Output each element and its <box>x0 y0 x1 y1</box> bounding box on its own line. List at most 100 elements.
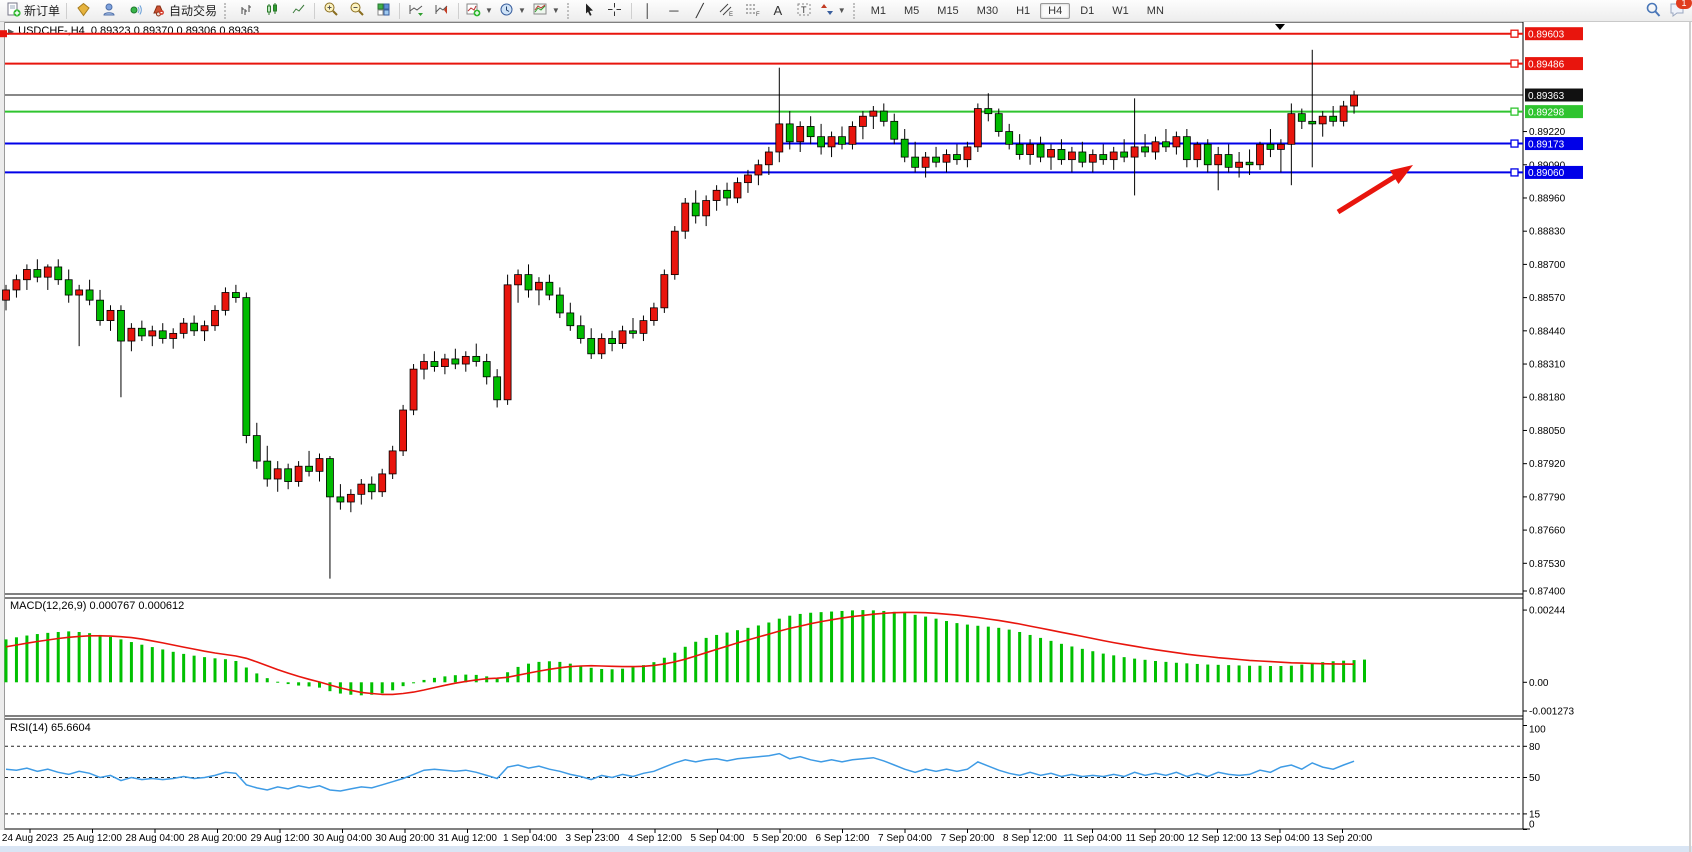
horizontal-line-tool[interactable]: ─ <box>661 2 687 20</box>
time-axis-label: 13 Sep 20:00 <box>1313 833 1373 844</box>
toolbar-drag-handle[interactable] <box>853 3 858 19</box>
candlestick <box>180 323 187 333</box>
cloud-profile-icon <box>102 2 117 20</box>
candlestick-chart-button[interactable] <box>259 2 285 20</box>
line-anchor-marker[interactable] <box>1511 108 1518 115</box>
dropdown-caret-icon: ▼ <box>518 6 526 15</box>
search-icon[interactable] <box>1645 1 1661 23</box>
horizontal-level-line[interactable] <box>5 140 1523 147</box>
candlestick <box>880 111 887 121</box>
horizontal-level-line[interactable] <box>5 60 1523 67</box>
horizontal-level-line[interactable] <box>0 30 1523 37</box>
price-axis[interactable]: 0.892200.890900.889600.888300.887000.885… <box>1523 127 1566 597</box>
zoom-in-button[interactable] <box>318 2 344 20</box>
toolbar-separator <box>314 3 315 19</box>
trendline-tool[interactable]: ╱ <box>687 2 713 20</box>
candlestick <box>953 155 960 160</box>
candlestick <box>431 361 438 366</box>
time-axis-label: 8 Sep 12:00 <box>1003 833 1057 844</box>
candlestick <box>1204 144 1211 164</box>
hline-price-tag: 0.89363 <box>1528 91 1565 102</box>
chart-shift-button[interactable] <box>429 2 455 20</box>
horizontal-level-line[interactable] <box>5 108 1523 115</box>
time-axis-label: 11 Sep 04:00 <box>1063 833 1122 844</box>
tile-windows-button[interactable] <box>370 2 396 20</box>
data-window-button[interactable] <box>96 2 122 20</box>
sound-button[interactable] <box>122 2 148 20</box>
price-tags: 0.896030.894860.893630.892980.891730.890… <box>1525 27 1583 179</box>
arrows-tool[interactable]: ▼ <box>817 2 849 20</box>
periods-button[interactable]: ▼ <box>496 2 529 20</box>
timeframe-button-M5[interactable]: M5 <box>896 3 927 19</box>
line-anchor-marker[interactable] <box>1511 60 1518 67</box>
candlestick <box>34 270 41 278</box>
timeframe-button-M15[interactable]: M15 <box>929 3 966 19</box>
market-watch-button[interactable] <box>70 2 96 20</box>
auto-trading-button[interactable]: 自动交易 <box>148 2 220 20</box>
toolbar-separator <box>631 3 632 19</box>
text-tool[interactable]: A <box>765 2 791 20</box>
notifications-button[interactable]: 1 <box>1669 1 1686 23</box>
timeframe-button-M30[interactable]: M30 <box>969 3 1006 19</box>
templates-button[interactable]: ▼ <box>529 2 563 20</box>
price-axis-tick: 0.88050 <box>1529 426 1566 437</box>
candlestick <box>755 165 762 175</box>
timeframe-button-H4[interactable]: H4 <box>1040 3 1070 19</box>
macd-axis-tick: 0.00244 <box>1529 606 1566 617</box>
timeframe-button-W1[interactable]: W1 <box>1104 3 1137 19</box>
crosshair-button[interactable] <box>602 2 628 20</box>
cursor-arrow-icon <box>582 2 596 20</box>
candlestick <box>1173 137 1180 147</box>
candlestick <box>1330 116 1337 121</box>
candlestick <box>316 459 323 472</box>
candlestick <box>1016 144 1023 154</box>
candlestick <box>264 461 271 479</box>
time-axis-label: 11 Sep 20:00 <box>1126 833 1185 844</box>
toolbar-drag-handle[interactable] <box>224 3 229 19</box>
toolbar-drag-handle[interactable] <box>567 3 572 19</box>
candlestick <box>870 111 877 116</box>
candlestick <box>306 466 313 471</box>
candlestick <box>1288 114 1295 145</box>
svg-text:E: E <box>729 12 733 17</box>
auto-scroll-button[interactable] <box>403 2 429 20</box>
candlestick <box>995 114 1002 132</box>
candlestick <box>462 356 469 364</box>
zoom-out-button[interactable] <box>344 2 370 20</box>
bar-chart-button[interactable] <box>233 2 259 20</box>
time-axis-label: 7 Sep 04:00 <box>878 833 932 844</box>
cursor-button[interactable] <box>576 2 602 20</box>
candlestick <box>546 282 553 295</box>
price-axis-tick: 0.88570 <box>1529 293 1566 304</box>
timeframe-button-M1[interactable]: M1 <box>863 3 894 19</box>
candlestick <box>535 282 542 290</box>
time-axis[interactable]: 24 Aug 202325 Aug 12:0028 Aug 04:0028 Au… <box>2 829 1373 844</box>
vertical-line-tool[interactable]: │ <box>635 2 661 20</box>
candlestick <box>170 333 177 338</box>
text-label-tool[interactable]: T <box>791 2 817 20</box>
bar-pointer-marker <box>1275 24 1285 30</box>
rsi-axis-tick: 100 <box>1529 725 1546 736</box>
indicators-button[interactable]: ▼ <box>462 2 496 20</box>
line-chart-button[interactable] <box>285 2 311 20</box>
timeframe-button-MN[interactable]: MN <box>1139 3 1172 19</box>
candlestick <box>1277 144 1284 149</box>
chart-canvas[interactable]: 0.892200.890900.889600.888300.887000.885… <box>0 0 1692 852</box>
candlestick <box>515 275 522 285</box>
equidistant-channel-tool[interactable]: E <box>713 2 739 20</box>
line-anchor-marker[interactable] <box>1511 30 1518 37</box>
candlestick <box>128 328 135 341</box>
line-anchor-marker[interactable] <box>1511 169 1518 176</box>
fibonacci-tool[interactable]: F <box>739 2 765 20</box>
candlestick <box>138 328 145 336</box>
new-order-button[interactable]: 新订单 <box>3 2 63 20</box>
candlestick <box>76 290 83 295</box>
line-anchor-marker[interactable] <box>1511 140 1518 147</box>
candlestick <box>671 231 678 274</box>
timeframe-button-H1[interactable]: H1 <box>1008 3 1038 19</box>
clock-icon <box>499 2 514 20</box>
candlestick <box>1309 121 1316 124</box>
timeframe-button-D1[interactable]: D1 <box>1072 3 1102 19</box>
candlestick <box>1100 155 1107 160</box>
horizontal-level-line[interactable] <box>5 169 1523 176</box>
